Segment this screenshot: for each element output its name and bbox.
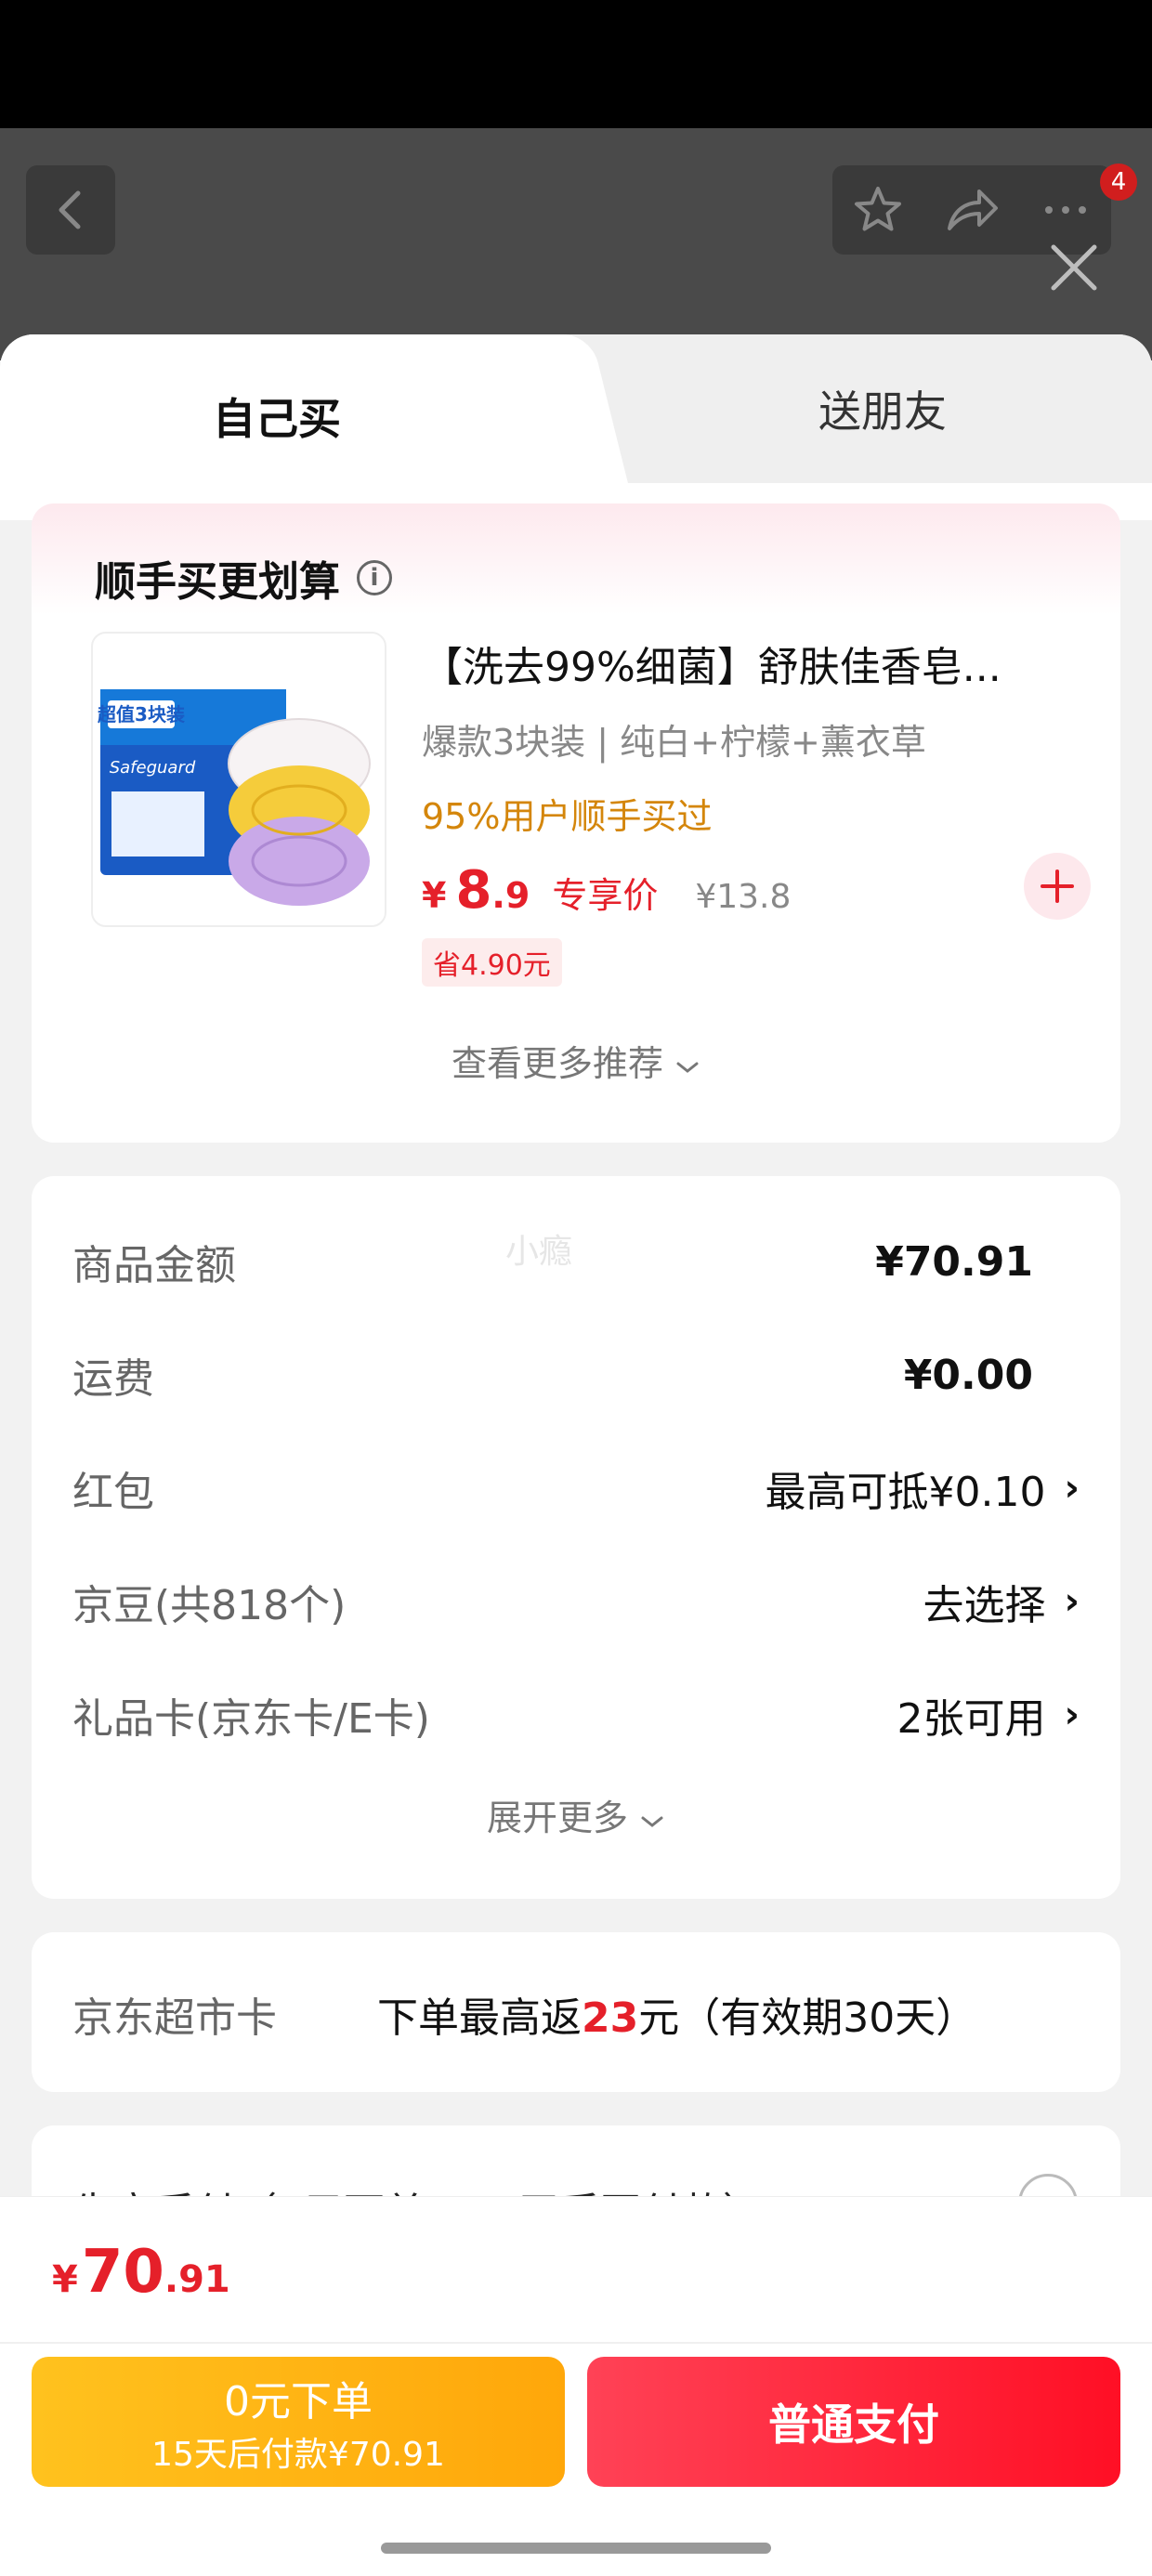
fee-label: 运费 xyxy=(72,1355,154,1403)
fee-label: 礼品卡(京东卡/E卡) xyxy=(72,1695,430,1743)
fee-row-giftcard[interactable]: 礼品卡(京东卡/E卡) 2张可用 › xyxy=(72,1678,1080,1752)
fee-value-wrap: 2张可用 › xyxy=(897,1685,1080,1745)
fee-value-wrap: 最高可抵¥0.10 › xyxy=(766,1458,1080,1518)
tab-bar: 送朋友 自己买 xyxy=(0,334,1152,497)
total-price: ¥ 70.91 xyxy=(52,2238,230,2307)
price-symbol: ¥ xyxy=(422,875,447,916)
price-int: 8 xyxy=(455,860,492,921)
fee-value: 最高可抵¥0.10 xyxy=(765,1469,1046,1516)
status-bar xyxy=(0,0,1152,128)
chevron-down-icon xyxy=(641,1816,663,1827)
fee-value-wrap: 去选择 › xyxy=(923,1572,1080,1631)
back-button[interactable] xyxy=(26,165,115,255)
fee-row-redpacket[interactable]: 红包 最高可抵¥0.10 › xyxy=(72,1451,1080,1525)
total-int: 70 xyxy=(81,2238,164,2307)
market-card-label: 京东超市卡 xyxy=(72,1994,277,2042)
more-icon[interactable] xyxy=(1040,184,1092,236)
divider xyxy=(0,2342,1152,2344)
fee-label: 红包 xyxy=(72,1469,154,1516)
recommend-card: 顺手买更划算 i 超值3块装 Safeguard 【洗去99%细菌】舒肤佳香皂.… xyxy=(32,503,1120,1143)
expand-more-label: 展开更多 xyxy=(486,1798,628,1838)
tab-send-friend[interactable]: 送朋友 xyxy=(613,334,1152,483)
fee-label: 京豆(共818个) xyxy=(72,1582,347,1629)
fee-row-shipping: 运费 ¥0.00 xyxy=(72,1338,1080,1412)
pack-label: 超值3块装 xyxy=(97,703,185,726)
market-text-after: 元（有效期30天） xyxy=(638,1994,977,2042)
zero-down-button[interactable]: 0元下单 15天后付款¥70.91 xyxy=(32,2357,565,2487)
total-symbol: ¥ xyxy=(52,2258,78,2301)
total-dec: .91 xyxy=(164,2258,230,2301)
total-number: 70.91 xyxy=(82,2238,230,2307)
home-indicator[interactable] xyxy=(381,2543,771,2554)
fee-value: ¥70.91 xyxy=(875,1237,1033,1286)
market-card-text: 下单最高返23元（有效期30天） xyxy=(377,1984,976,2044)
expand-more-button[interactable]: 展开更多 xyxy=(32,1789,1120,1840)
social-proof: 95%用户顺手买过 xyxy=(422,796,713,837)
zero-down-title: 0元下单 xyxy=(224,2378,373,2426)
add-to-order-button[interactable] xyxy=(1024,853,1091,920)
notification-badge: 4 xyxy=(1100,163,1137,201)
fee-row-goods: 商品金额 ¥70.91 xyxy=(72,1224,1080,1299)
fee-card: 小瘾 商品金额 ¥70.91 运费 ¥0.00 红包 最高可抵¥0.10 › 京… xyxy=(32,1176,1120,1899)
bottom-bar: ¥ 70.91 0元下单 15天后付款¥70.91 普通支付 xyxy=(0,2196,1152,2576)
price-dec: .9 xyxy=(491,875,530,916)
product-image[interactable]: 超值3块装 Safeguard xyxy=(91,632,386,927)
tab-buy-self-label: 自己买 xyxy=(213,393,341,444)
saving-badge: 省4.90元 xyxy=(422,938,562,987)
recommend-title: 顺手买更划算 xyxy=(95,558,340,606)
market-text-before: 下单最高返 xyxy=(377,1994,582,2042)
chevron-right-icon: › xyxy=(1064,1467,1080,1510)
chevron-down-icon xyxy=(676,1062,699,1073)
fee-value: 去选择 xyxy=(923,1582,1046,1629)
product-spec: 爆款3块装 | 纯白+柠檬+薰衣草 xyxy=(422,722,926,763)
plus-icon xyxy=(1041,870,1074,903)
info-icon[interactable]: i xyxy=(357,560,392,595)
fee-value: 2张可用 xyxy=(897,1695,1046,1743)
chevron-left-icon xyxy=(59,190,81,229)
see-more-label: 查看更多推荐 xyxy=(451,1043,663,1084)
product-price: ¥ 8.9 专享价 ¥13.8 xyxy=(422,860,791,921)
chevron-right-icon: › xyxy=(1064,1693,1080,1736)
original-price: ¥13.8 xyxy=(695,878,792,916)
chevron-right-icon: › xyxy=(1064,1580,1080,1623)
fee-label: 商品金额 xyxy=(72,1242,236,1289)
pay-button[interactable]: 普通支付 xyxy=(587,2357,1120,2487)
see-more-recommend[interactable]: 查看更多推荐 xyxy=(32,1035,1120,1086)
tab-buy-self[interactable]: 自己买 xyxy=(0,334,576,497)
close-icon[interactable] xyxy=(1046,240,1102,295)
pack-brand: Safeguard xyxy=(110,758,196,778)
fee-value: ¥0.00 xyxy=(903,1351,1033,1399)
fee-row-jingdou[interactable]: 京豆(共818个) 去选择 › xyxy=(72,1564,1080,1639)
price-tag: 专享价 xyxy=(552,875,659,916)
share-icon[interactable] xyxy=(944,184,1000,236)
zero-down-subtitle: 15天后付款¥70.91 xyxy=(151,2436,445,2474)
soap-pack-illustration: 超值3块装 Safeguard xyxy=(97,689,371,906)
star-icon[interactable] xyxy=(852,184,904,236)
product-title[interactable]: 【洗去99%细菌】舒肤佳香皂... xyxy=(422,634,1091,693)
price-number: 8.9 xyxy=(455,860,530,921)
recommend-header: 顺手买更划算 i xyxy=(95,548,392,608)
market-card[interactable]: 京东超市卡 下单最高返23元（有效期30天） xyxy=(32,1932,1120,2092)
market-amount: 23 xyxy=(582,1994,639,2042)
